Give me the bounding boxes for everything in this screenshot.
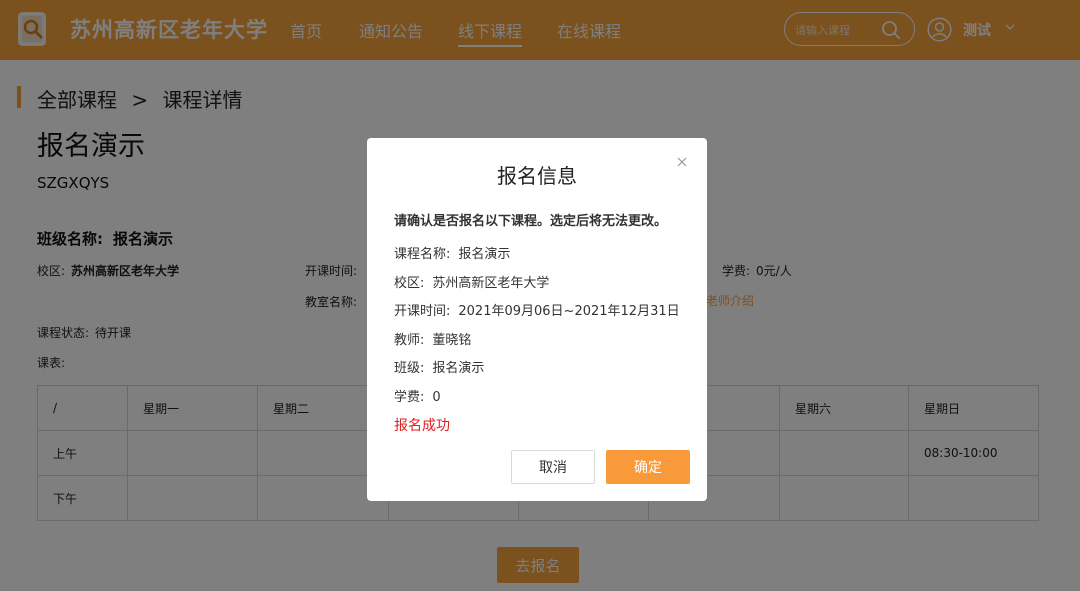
dialog-row-course-name: 课程名称: 报名演示	[394, 243, 510, 262]
confirm-button[interactable]: 确定	[606, 450, 690, 484]
enroll-success-message: 报名成功	[394, 418, 450, 434]
dialog-warning: 请确认是否报名以下课程。选定后将无法更改。	[394, 214, 668, 229]
dialog-row-value: 报名演示	[432, 361, 485, 376]
dialog-row-value: 董晓铭	[432, 333, 472, 348]
enrollment-dialog: 报名信息 请确认是否报名以下课程。选定后将无法更改。 课程名称: 报名演示 校区:…	[367, 138, 707, 501]
dialog-row-value: 报名演示	[458, 247, 511, 262]
dialog-row-label: 开课时间:	[394, 304, 451, 319]
dialog-row-value: 苏州高新区老年大学	[432, 276, 550, 291]
dialog-row-campus: 校区: 苏州高新区老年大学	[394, 272, 549, 291]
dialog-row-teacher: 教师: 董晓铭	[394, 329, 471, 348]
dialog-row-label: 教师:	[394, 333, 425, 348]
dialog-row-start-time: 开课时间: 2021年09月06日~2021年12月31日	[394, 300, 680, 319]
dialog-row-value: 0	[432, 390, 441, 405]
dialog-title: 报名信息	[497, 164, 577, 188]
dialog-row-label: 班级:	[394, 361, 425, 376]
dialog-row-label: 校区:	[394, 276, 425, 291]
close-icon[interactable]	[676, 156, 688, 168]
dialog-row-fee: 学费: 0	[394, 386, 441, 405]
dialog-row-value: 2021年09月06日~2021年12月31日	[458, 304, 680, 319]
dialog-row-label: 学费:	[394, 390, 425, 405]
dialog-row-label: 课程名称:	[394, 247, 451, 262]
dialog-row-class: 班级: 报名演示	[394, 357, 484, 376]
cancel-button[interactable]: 取消	[511, 450, 595, 484]
